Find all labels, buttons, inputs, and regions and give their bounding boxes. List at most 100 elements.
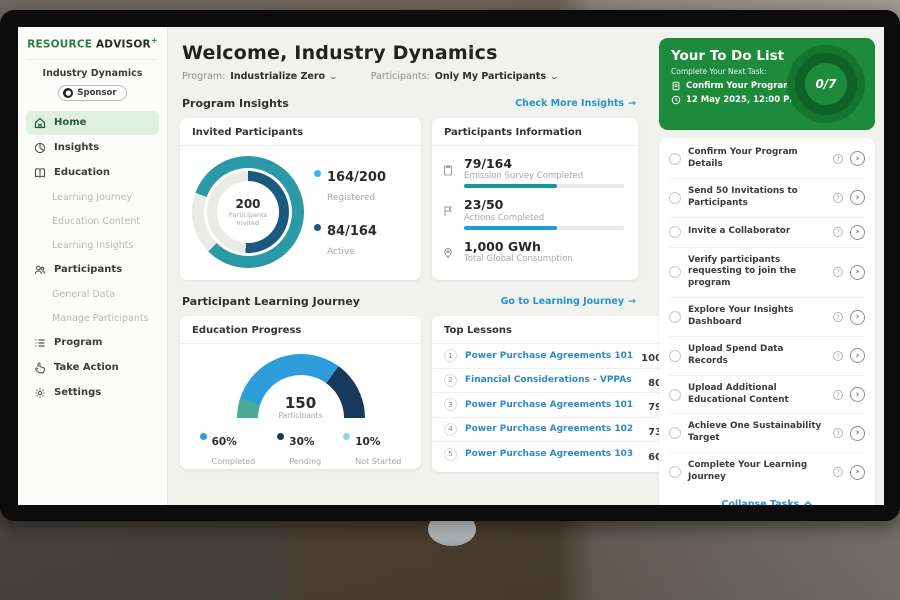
- checkbox-icon[interactable]: [669, 389, 681, 401]
- logo-secondary: ADVISOR: [96, 39, 151, 51]
- checkbox-icon[interactable]: [669, 350, 681, 362]
- help-icon[interactable]: ?: [833, 351, 843, 361]
- go-to-learning-journey-link[interactable]: Go to Learning Journey→: [501, 296, 636, 307]
- org-name: Industry Dynamics: [18, 68, 167, 79]
- todo-item[interactable]: Complete Your Learning Journey ? ›: [669, 453, 865, 491]
- sidebar-item-settings[interactable]: Settings: [26, 381, 159, 405]
- help-icon[interactable]: ?: [833, 312, 843, 322]
- stat-value: 1,000 GWh: [464, 240, 624, 254]
- collapse-tasks-link[interactable]: Collapse Tasks: [669, 491, 865, 505]
- todo-item-label: Upload Additional Educational Content: [688, 383, 826, 407]
- todo-item[interactable]: Upload Spend Data Records ? ›: [669, 337, 865, 376]
- lesson-link[interactable]: Power Purchase Agreements 101: [465, 400, 640, 410]
- participants-info-body: 79/164 Emission Survey Completed 23/50 A…: [432, 146, 638, 269]
- donut-center: 200 Participants Invited: [217, 181, 279, 243]
- sidebar: RESOURCE ADVISOR+ Industry Dynamics ● Sp…: [18, 27, 168, 505]
- stat-row-global-consumption: 1,000 GWh Total Global Consumption: [442, 235, 624, 269]
- lesson-rank: 2: [444, 374, 457, 387]
- sidebar-item-label: Education Content: [52, 216, 140, 227]
- program-filter[interactable]: Program: Industrialize Zero ⌄: [182, 71, 337, 82]
- section-title: Program Insights: [182, 97, 289, 110]
- help-icon[interactable]: ?: [833, 467, 843, 477]
- education-legend: 60% Completed 30% Pending 10% Not Starte…: [200, 430, 402, 468]
- sidebar-item-learning-journey[interactable]: Learning Journey: [26, 186, 159, 209]
- help-icon[interactable]: ?: [833, 267, 843, 277]
- checkbox-icon[interactable]: [669, 153, 681, 165]
- checkbox-icon[interactable]: [669, 192, 681, 204]
- todo-item[interactable]: Verify participants requesting to join t…: [669, 248, 865, 299]
- lesson-link[interactable]: Power Purchase Agreements 103: [465, 449, 640, 459]
- checkbox-icon[interactable]: [669, 466, 681, 478]
- chevron-right-icon[interactable]: ›: [850, 190, 865, 205]
- todo-item[interactable]: Confirm Your Program Details ? ›: [669, 140, 865, 179]
- stat-label: Total Global Consumption: [464, 254, 624, 264]
- sidebar-item-manage-participants[interactable]: Manage Participants: [26, 307, 159, 330]
- chevron-down-icon: ⌄: [550, 72, 559, 81]
- sidebar-item-learning-insights[interactable]: Learning Insights: [26, 234, 159, 257]
- check-more-insights-link[interactable]: Check More Insights→: [515, 98, 636, 109]
- legend-label: Registered: [327, 193, 375, 203]
- program-filter-value: Industrialize Zero: [230, 71, 325, 82]
- sidebar-item-label: Learning Insights: [52, 240, 133, 251]
- sidebar-item-program[interactable]: Program: [26, 331, 159, 355]
- chevron-right-icon[interactable]: ›: [850, 225, 865, 240]
- checkbox-icon[interactable]: [669, 266, 681, 278]
- invited-card-body: 200 Participants Invited 164/200 Registe…: [180, 146, 421, 268]
- education-gauge-chart: 150 Participants: [237, 354, 365, 418]
- todo-item-label: Send 50 Invitations to Participants: [688, 186, 826, 210]
- checkbox-icon[interactable]: [669, 226, 681, 238]
- sidebar-item-home[interactable]: Home: [26, 111, 159, 135]
- checkbox-icon[interactable]: [669, 311, 681, 323]
- sidebar-item-label: Settings: [54, 387, 101, 398]
- lesson-link[interactable]: Financial Considerations - VPPAs: [465, 375, 640, 385]
- chevron-up-icon: [803, 500, 813, 505]
- checkbox-icon[interactable]: [669, 427, 681, 439]
- clock-icon: [671, 95, 681, 105]
- todo-item[interactable]: Explore Your Insights Dashboard ? ›: [669, 298, 865, 337]
- help-icon[interactable]: ?: [833, 193, 843, 203]
- participants-filter[interactable]: Participants: Only My Participants ⌄: [371, 71, 558, 82]
- sidebar-item-participants[interactable]: Participants: [26, 258, 159, 282]
- sidebar-item-label: Home: [54, 117, 86, 128]
- sidebar-item-education-content[interactable]: Education Content: [26, 210, 159, 233]
- legend-value: 10%: [355, 436, 380, 448]
- legend-dot: [314, 224, 321, 231]
- participants-filter-label: Participants:: [371, 71, 430, 82]
- todo-item[interactable]: Upload Additional Educational Content ? …: [669, 376, 865, 415]
- legend-item-registered: 164/200 Registered: [314, 166, 386, 204]
- sidebar-item-label: Take Action: [54, 362, 119, 373]
- lesson-link[interactable]: Power Purchase Agreements 101: [465, 351, 633, 361]
- todo-item[interactable]: Invite a Collaborator ? ›: [669, 218, 865, 248]
- chevron-right-icon[interactable]: ›: [850, 151, 865, 166]
- chevron-right-icon[interactable]: ›: [850, 465, 865, 480]
- invited-participants-card: Invited Participants 200 Participants In…: [180, 118, 421, 280]
- sidebar-item-insights[interactable]: Insights: [26, 136, 159, 160]
- todo-item[interactable]: Achieve One Sustainability Target ? ›: [669, 414, 865, 453]
- sidebar-item-take-action[interactable]: Take Action: [26, 356, 159, 380]
- app-logo: RESOURCE ADVISOR+: [18, 36, 167, 59]
- lesson-link[interactable]: Power Purchase Agreements 102: [465, 424, 640, 434]
- book-icon: [34, 167, 46, 179]
- program-filter-label: Program:: [182, 71, 225, 82]
- chevron-right-icon[interactable]: ›: [850, 265, 865, 280]
- chevron-right-icon[interactable]: ›: [850, 310, 865, 325]
- legend-item-completed: 60% Completed: [200, 430, 256, 468]
- legend-label: Completed: [212, 457, 256, 466]
- sponsor-badge[interactable]: ● Sponsor: [58, 85, 126, 101]
- filters-row: Program: Industrialize Zero ⌄ Participan…: [182, 71, 650, 82]
- help-icon[interactable]: ?: [833, 154, 843, 164]
- sidebar-item-general-data[interactable]: General Data: [26, 283, 159, 306]
- hand-icon: [34, 362, 46, 374]
- legend-value: 84/164: [327, 224, 377, 239]
- stat-label: Actions Completed: [464, 213, 624, 223]
- todo-item[interactable]: Send 50 Invitations to Participants ? ›: [669, 179, 865, 218]
- help-icon[interactable]: ?: [833, 428, 843, 438]
- sidebar-item-education[interactable]: Education: [26, 161, 159, 185]
- chevron-right-icon[interactable]: ›: [850, 387, 865, 402]
- chevron-right-icon[interactable]: ›: [850, 426, 865, 441]
- help-icon[interactable]: ?: [833, 390, 843, 400]
- gauge-center-value: 150: [237, 396, 365, 411]
- chevron-right-icon[interactable]: ›: [850, 348, 865, 363]
- todo-item-label: Verify participants requesting to join t…: [688, 255, 826, 291]
- help-icon[interactable]: ?: [833, 227, 843, 237]
